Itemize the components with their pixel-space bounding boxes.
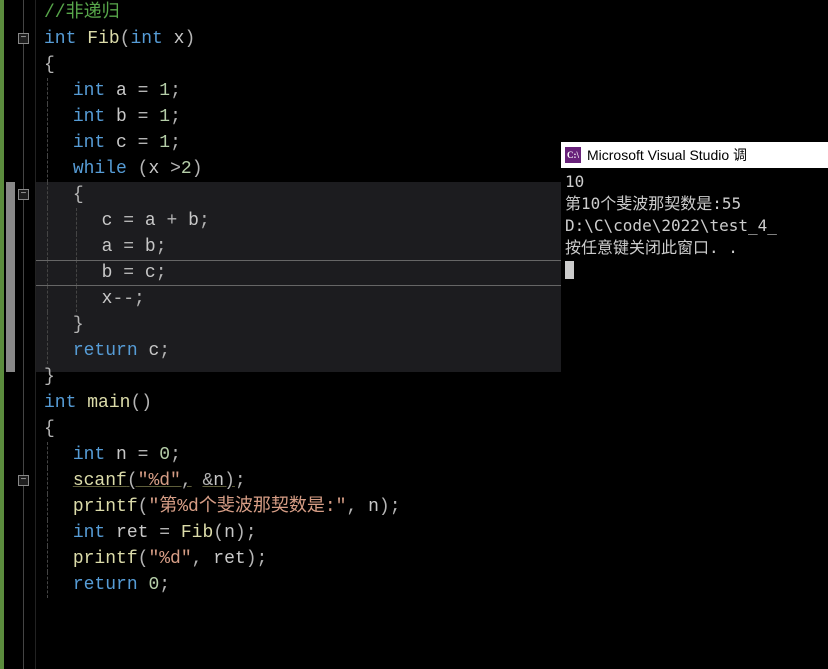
console-title-text: Microsoft Visual Studio 调 [587, 142, 747, 168]
comment: //非递归 [44, 3, 120, 23]
console-title-bar[interactable]: C:\ Microsoft Visual Studio 调 [561, 142, 828, 168]
code-line[interactable]: //非递归 [36, 0, 828, 26]
console-line: 第10个斐波那契数是:55 [565, 193, 824, 215]
func-name: Fib [87, 29, 119, 49]
fold-toggle-while[interactable]: − [18, 189, 29, 200]
debug-console-window[interactable]: C:\ Microsoft Visual Studio 调 10 第10个斐波那… [561, 142, 828, 372]
console-line: 按任意键关闭此窗口. . [565, 237, 824, 259]
gutter: − − − [0, 0, 36, 669]
keyword: int [44, 29, 76, 49]
vs-icon: C:\ [565, 147, 581, 163]
console-line: 10 [565, 171, 824, 193]
console-line: D:\C\code\2022\test_4_ [565, 215, 824, 237]
code-line[interactable]: int Fib(int x) [36, 26, 828, 52]
code-line[interactable]: int ret = Fib(n); [36, 520, 828, 546]
fold-toggle-main[interactable]: − [18, 475, 29, 486]
code-line[interactable]: int n = 0; [36, 442, 828, 468]
code-line[interactable]: int a = 1; [36, 78, 828, 104]
code-line[interactable]: return 0; [36, 572, 828, 598]
code-line[interactable]: printf("%d", ret); [36, 546, 828, 572]
code-line[interactable]: printf("第%d个斐波那契数是:", n); [36, 494, 828, 520]
code-line[interactable]: int main() [36, 390, 828, 416]
fold-toggle-fib[interactable]: − [18, 33, 29, 44]
fold-line [23, 0, 24, 669]
code-line[interactable]: { [36, 52, 828, 78]
code-line[interactable]: scanf("%d", &n); [36, 468, 828, 494]
code-line[interactable]: { [36, 416, 828, 442]
gutter-highlight [6, 182, 15, 372]
code-line[interactable]: int b = 1; [36, 104, 828, 130]
console-cursor [565, 261, 574, 279]
change-indicator [0, 0, 4, 669]
console-output: 10 第10个斐波那契数是:55 D:\C\code\2022\test_4_ … [561, 168, 828, 284]
